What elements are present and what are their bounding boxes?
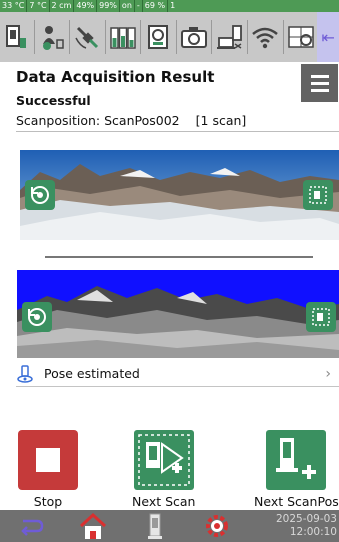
- pose-label: Pose estimated: [44, 366, 140, 381]
- panorama-divider: [45, 256, 313, 258]
- toolbar-divider: [33, 20, 35, 54]
- hamburger-menu-button[interactable]: [301, 64, 338, 102]
- device-link-icon[interactable]: [213, 19, 246, 55]
- expand-intensity-button[interactable]: [306, 302, 336, 332]
- status-strip: 33 °C 7 °C 2 cm 49% 99% on - 69 % 1: [0, 0, 339, 12]
- toolbar-divider: [175, 20, 177, 54]
- home-icon[interactable]: [62, 510, 124, 542]
- battery-group-icon[interactable]: [107, 19, 140, 55]
- panorama-photo[interactable]: [20, 150, 339, 240]
- status-battery-a: 49%: [74, 0, 98, 12]
- status-count: 1: [170, 1, 176, 10]
- settings-gear-icon[interactable]: [186, 510, 248, 542]
- rotate-intensity-button[interactable]: [22, 302, 52, 332]
- toolbar: ⇤: [0, 12, 339, 62]
- status-accuracy: 2 cm: [50, 0, 75, 12]
- status-power: on: [120, 0, 135, 12]
- panorama-intensity[interactable]: [17, 270, 339, 358]
- clock-date: 2025-09-03: [275, 513, 337, 525]
- scanposition-label: Scanposition:: [16, 113, 101, 128]
- back-icon[interactable]: [0, 510, 62, 542]
- next-scan-button[interactable]: [133, 430, 194, 490]
- status-ambient-temp: 7 °C: [27, 0, 50, 12]
- result-status: Successful: [16, 93, 91, 108]
- satellite-icon[interactable]: [71, 19, 104, 55]
- header-divider: [16, 131, 339, 132]
- stop-button[interactable]: [18, 430, 78, 490]
- status-battery-b: 99%: [97, 0, 120, 12]
- next-scanpos-label: Next ScanPos: [254, 494, 339, 509]
- status-wifi: 69 %: [143, 0, 169, 12]
- stop-label: Stop: [33, 494, 63, 509]
- scanner-add-icon: [137, 434, 190, 486]
- clock: 2025-09-03 12:00:10: [276, 513, 337, 539]
- status-scanner-temp: 33 °C: [0, 0, 28, 12]
- bottom-nav: 2025-09-03 12:00:10: [0, 510, 339, 542]
- next-scan-action[interactable]: Next Scan: [132, 430, 195, 509]
- toolbar-divider: [104, 20, 106, 54]
- scan-count: [1 scan]: [195, 113, 247, 128]
- status-camera: -: [135, 0, 143, 12]
- person-pin-icon: [17, 364, 33, 383]
- clock-time: 12:00:10: [289, 526, 337, 538]
- wifi-icon[interactable]: [249, 19, 282, 55]
- rotate-panorama-button[interactable]: [25, 180, 55, 210]
- arrow-left-icon[interactable]: ⇤: [317, 12, 339, 62]
- toolbar-divider: [247, 20, 249, 54]
- camera-icon[interactable]: [178, 19, 211, 55]
- scanposition-value: ScanPos002: [104, 113, 180, 128]
- next-scanpos-action[interactable]: Next ScanPos: [254, 430, 339, 509]
- toolbar-divider: [282, 20, 284, 54]
- scanner-battery-icon[interactable]: [0, 19, 33, 55]
- toolbar-divider: [69, 20, 71, 54]
- settings-grid-icon[interactable]: [285, 19, 318, 55]
- chevron-right-icon: ›: [325, 365, 331, 382]
- expand-panorama-button[interactable]: [303, 180, 333, 210]
- next-scanpos-button[interactable]: [266, 430, 327, 490]
- scanposition-line: Scanposition: ScanPos002 [1 scan]: [16, 113, 246, 128]
- pose-estimated-row[interactable]: Pose estimated ›: [16, 361, 339, 387]
- toolbar-divider: [211, 20, 213, 54]
- next-scan-label: Next Scan: [132, 494, 196, 509]
- page-title: Data Acquisition Result: [16, 68, 215, 86]
- scanner-icon[interactable]: [124, 510, 186, 542]
- stop-action[interactable]: Stop: [18, 430, 78, 509]
- gps-person-icon[interactable]: [36, 19, 69, 55]
- scanpos-add-icon: [276, 438, 317, 479]
- toolbar-divider: [140, 20, 142, 54]
- compass-icon[interactable]: [142, 19, 175, 55]
